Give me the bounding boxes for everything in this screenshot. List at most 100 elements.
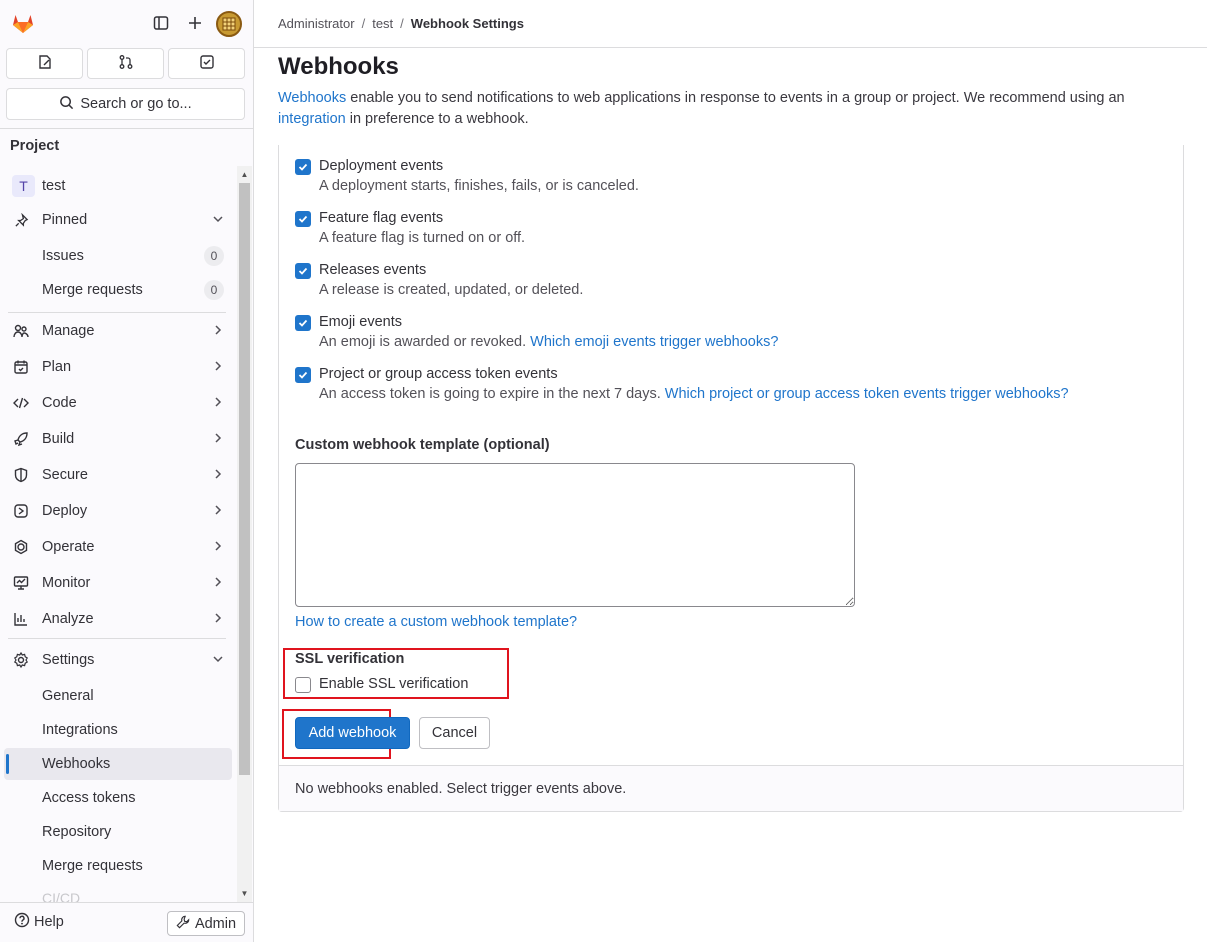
sidebar-divider xyxy=(0,128,254,129)
section-title: Project xyxy=(10,138,60,154)
breadcrumb-item[interactable]: Administrator xyxy=(278,16,355,31)
sidebar-item-label: Manage xyxy=(42,323,95,339)
add-webhook-button[interactable]: Add webhook xyxy=(295,717,410,749)
breadcrumb-item[interactable]: test xyxy=(372,16,393,31)
chevron-down-icon xyxy=(212,213,224,229)
sidebar-item-manage[interactable]: Manage xyxy=(4,315,232,347)
access-token-events-help-link[interactable]: Which project or group access token even… xyxy=(665,386,1069,402)
sidebar-item-analyze[interactable]: Analyze xyxy=(4,603,232,635)
sidebar-item-repository[interactable]: Repository xyxy=(4,816,232,848)
enable-ssl-checkbox[interactable] xyxy=(295,677,311,693)
help-icon xyxy=(14,912,30,932)
sidebar-separator xyxy=(8,638,226,639)
checkbox-label[interactable]: Feature flag events xyxy=(319,210,443,226)
help-text: An emoji is awarded or revoked. xyxy=(319,334,531,350)
breadcrumb: Administrator / test / Webhook Settings xyxy=(278,16,524,31)
sidebar-item-issues[interactable]: Issues 0 xyxy=(4,240,232,272)
shield-icon xyxy=(12,467,30,483)
webhook-form-panel: Deployment events A deployment starts, f… xyxy=(278,145,1184,812)
sidebar-item-settings[interactable]: Settings xyxy=(4,644,232,676)
search-button[interactable]: Search or go to... xyxy=(6,88,245,120)
scroll-up-arrow-icon[interactable]: ▲ xyxy=(239,169,250,180)
project-avatar: T xyxy=(12,175,35,197)
sidebar-item-secure[interactable]: Secure xyxy=(4,459,232,491)
checkbox-label[interactable]: Emoji events xyxy=(319,314,402,330)
count-badge: 0 xyxy=(204,246,224,266)
access-token-events-checkbox[interactable] xyxy=(295,367,311,383)
checkbox-label[interactable]: Project or group access token events xyxy=(319,366,558,382)
sidebar-item-plan[interactable]: Plan xyxy=(4,351,232,383)
sidebar-item-webhooks[interactable]: Webhooks xyxy=(4,748,232,780)
breadcrumb-current[interactable]: Webhook Settings xyxy=(411,16,524,31)
chevron-right-icon xyxy=(212,612,224,628)
intro-text: enable you to send notifications to web … xyxy=(346,90,1125,106)
sidebar-item-pinned[interactable]: Pinned xyxy=(4,204,232,236)
help-label: Help xyxy=(34,914,64,930)
plus-icon[interactable] xyxy=(183,11,207,35)
chevron-right-icon xyxy=(212,576,224,592)
search-label: Search or go to... xyxy=(80,96,192,112)
webhooks-docs-link[interactable]: Webhooks xyxy=(278,90,346,106)
issues-icon xyxy=(37,54,53,73)
sidebar-item-code[interactable]: Code xyxy=(4,387,232,419)
sidebar-item-label: Repository xyxy=(42,824,112,840)
sidebar-item-deploy[interactable]: Deploy xyxy=(4,495,232,527)
integration-link[interactable]: integration xyxy=(278,111,346,127)
sidebar-item-label: Analyze xyxy=(42,611,94,627)
checkbox-label[interactable]: Enable SSL verification xyxy=(319,676,468,692)
sidebar-nav: T test Pinned Issues 0 Merge requests 0 … xyxy=(0,166,236,902)
sidebar-toggle-icon[interactable] xyxy=(149,11,173,35)
help-button[interactable]: Help xyxy=(14,912,64,932)
sidebar-item-project[interactable]: T test xyxy=(4,170,232,202)
sidebar-item-merge-requests[interactable]: Merge requests 0 xyxy=(4,274,232,306)
sidebar-item-label: Monitor xyxy=(42,575,91,591)
chevron-right-icon xyxy=(212,468,224,484)
custom-template-textarea[interactable] xyxy=(295,463,855,607)
merge-requests-quick-button[interactable] xyxy=(87,48,164,79)
gitlab-logo-icon[interactable] xyxy=(10,10,36,36)
ssl-verification-label: SSL verification xyxy=(295,651,405,667)
deployment-events-checkbox[interactable] xyxy=(295,159,311,175)
emoji-events-help-link[interactable]: Which emoji events trigger webhooks? xyxy=(530,334,778,350)
sidebar-item-settings-merge-requests[interactable]: Merge requests xyxy=(4,850,232,882)
webhooks-list-empty: No webhooks enabled. Select trigger even… xyxy=(279,765,1183,811)
custom-template-help-link[interactable]: How to create a custom webhook template? xyxy=(295,614,577,630)
todo-quick-button[interactable] xyxy=(168,48,245,79)
users-icon xyxy=(12,323,30,339)
sidebar-item-build[interactable]: Build xyxy=(4,423,232,455)
sidebar-item-cicd-faded[interactable]: CI/CD xyxy=(42,890,80,906)
page-intro: Webhooks enable you to send notification… xyxy=(278,88,1178,130)
scroll-down-arrow-icon[interactable]: ▼ xyxy=(239,888,250,899)
emoji-events-checkbox[interactable] xyxy=(295,315,311,331)
checkbox-label[interactable]: Deployment events xyxy=(319,158,443,174)
checkbox-help: A deployment starts, finishes, fails, or… xyxy=(319,178,639,194)
feature-flag-events-checkbox[interactable] xyxy=(295,211,311,227)
deploy-icon xyxy=(12,503,30,519)
releases-events-checkbox[interactable] xyxy=(295,263,311,279)
chevron-down-icon xyxy=(212,653,224,669)
sidebar-item-integrations[interactable]: Integrations xyxy=(4,714,232,746)
todo-icon xyxy=(199,54,215,73)
page-title: Webhooks xyxy=(278,53,399,80)
sidebar-item-operate[interactable]: Operate xyxy=(4,531,232,563)
pin-icon xyxy=(12,212,30,228)
user-avatar[interactable] xyxy=(216,11,242,37)
sidebar-item-access-tokens[interactable]: Access tokens xyxy=(4,782,232,814)
admin-label: Admin xyxy=(194,915,237,932)
sidebar-item-label: Merge requests xyxy=(42,282,143,298)
sidebar-separator xyxy=(8,312,226,313)
sidebar-item-label: Access tokens xyxy=(42,790,136,806)
breadcrumb-separator: / xyxy=(400,16,404,31)
sidebar-item-monitor[interactable]: Monitor xyxy=(4,567,232,599)
cancel-button[interactable]: Cancel xyxy=(419,717,490,749)
admin-button[interactable]: Admin xyxy=(167,911,245,936)
sidebar-item-general[interactable]: General xyxy=(4,680,232,712)
sidebar-item-label: Merge requests xyxy=(42,858,143,874)
checkbox-label[interactable]: Releases events xyxy=(319,262,426,278)
chevron-right-icon xyxy=(212,432,224,448)
issues-quick-button[interactable] xyxy=(6,48,83,79)
sidebar-item-label: General xyxy=(42,688,94,704)
scrollbar-thumb[interactable] xyxy=(239,183,250,775)
checkbox-help: A feature flag is turned on or off. xyxy=(319,230,526,246)
chevron-right-icon xyxy=(212,504,224,520)
